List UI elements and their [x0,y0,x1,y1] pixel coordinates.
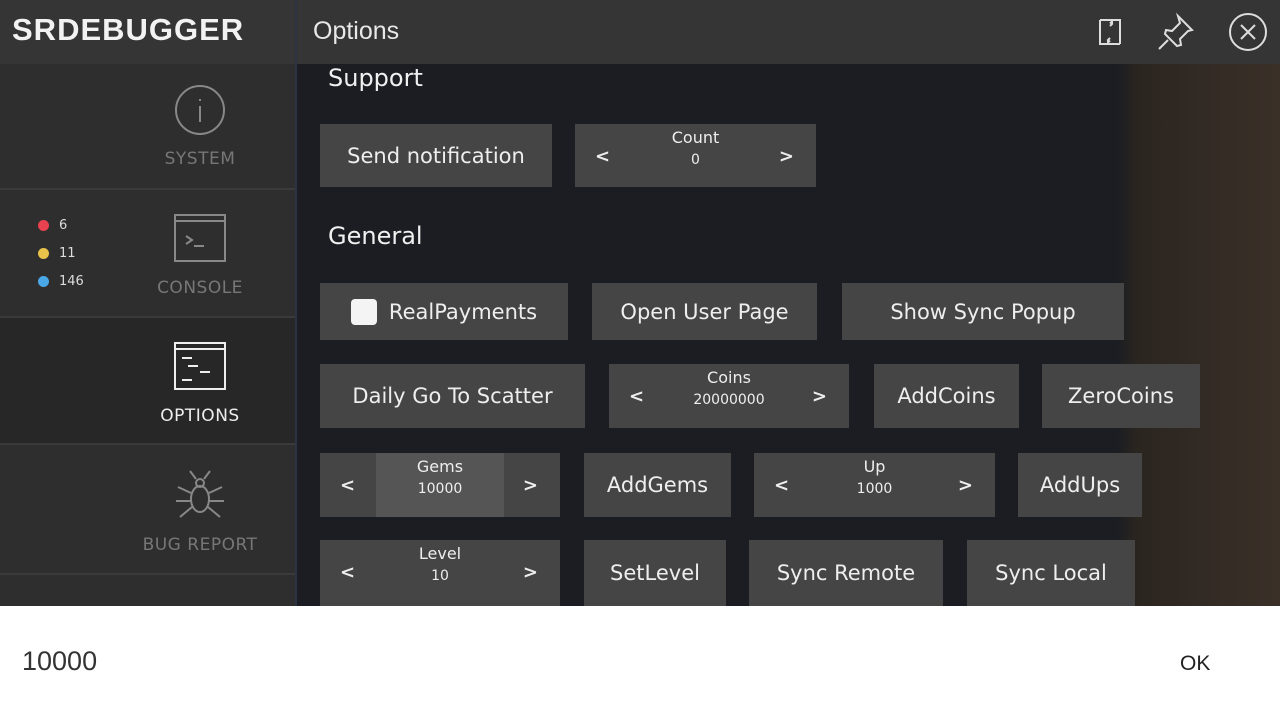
coins-label: Coins [707,368,751,387]
sidebar-item-bug-report[interactable]: BUG REPORT [0,445,295,575]
show-sync-popup-button[interactable]: Show Sync Popup [842,283,1124,340]
error-count: 6 [38,218,67,233]
value-input[interactable]: 10000 [22,646,97,677]
gems-label: Gems [416,457,464,476]
bug-icon [176,470,224,518]
logo: SRDEBUGGER [12,12,245,47]
up-label: Up [863,457,886,476]
add-ups-button[interactable]: AddUps [1018,453,1142,517]
increment-button[interactable]: > [812,386,827,407]
warning-count-text: 11 [59,246,76,261]
real-payments-label: RealPayments [388,299,538,324]
sync-local-button[interactable]: Sync Local [967,540,1135,606]
checkbox-icon[interactable] [350,298,377,325]
real-payments-checkbox[interactable]: RealPayments [320,283,568,340]
warning-count: 11 [38,246,76,261]
sidebar: SYSTEM 6 11 146 CONSOLE OPTIONS BUG REPO… [0,64,295,606]
add-coins-button[interactable]: AddCoins [874,364,1019,428]
up-stepper[interactable]: Up 1000 < > [754,453,995,517]
header: SRDEBUGGER Options [0,0,1280,64]
decrement-button[interactable]: < [629,386,644,407]
increment-button[interactable]: > [523,475,538,496]
zero-coins-button[interactable]: ZeroCoins [1042,364,1200,428]
options-icon [174,342,226,390]
set-level-button[interactable]: SetLevel [584,540,726,606]
count-stepper[interactable]: Count 0 < > [575,124,816,187]
increment-button[interactable]: > [779,146,794,167]
increment-button[interactable]: > [958,475,973,496]
ok-button[interactable]: OK [1180,652,1210,676]
input-bar: 10000 OK [0,606,1280,720]
level-label: Level [418,544,462,563]
open-user-page-button[interactable]: Open User Page [592,283,817,340]
page-title: Options [313,17,400,45]
coins-stepper[interactable]: Coins 20000000 < > [609,364,849,428]
gems-stepper[interactable]: Gems 10000 < > [320,453,560,517]
decrement-button[interactable]: < [340,475,355,496]
section-general-title: General [328,222,423,250]
increment-button[interactable]: > [523,562,538,583]
count-label: Count [671,128,720,147]
decrement-button[interactable]: < [340,562,355,583]
add-gems-button[interactable]: AddGems [584,453,731,517]
sidebar-item-options[interactable]: OPTIONS [0,318,295,445]
error-dot-icon [38,220,49,231]
decrement-button[interactable]: < [774,475,789,496]
refresh-icon[interactable] [1090,12,1130,52]
console-icon [174,214,226,262]
pin-icon[interactable] [1156,12,1196,52]
info-icon [175,85,225,135]
section-support-title: Support [328,64,423,92]
sync-remote-button[interactable]: Sync Remote [749,540,943,606]
decrement-button[interactable]: < [595,146,610,167]
sidebar-item-system[interactable]: SYSTEM [0,64,295,190]
sidebar-item-console[interactable]: 6 11 146 CONSOLE [0,190,295,318]
close-icon[interactable] [1228,12,1268,52]
level-stepper[interactable]: Level 10 < > [320,540,560,606]
error-count-text: 6 [59,218,68,233]
options-panel: Support Send notification Count 0 < > Gene… [297,64,1280,606]
daily-go-to-scatter-button[interactable]: Daily Go To Scatter [320,364,585,428]
warning-dot-icon [38,248,49,259]
send-notification-button[interactable]: Send notification [320,124,552,187]
